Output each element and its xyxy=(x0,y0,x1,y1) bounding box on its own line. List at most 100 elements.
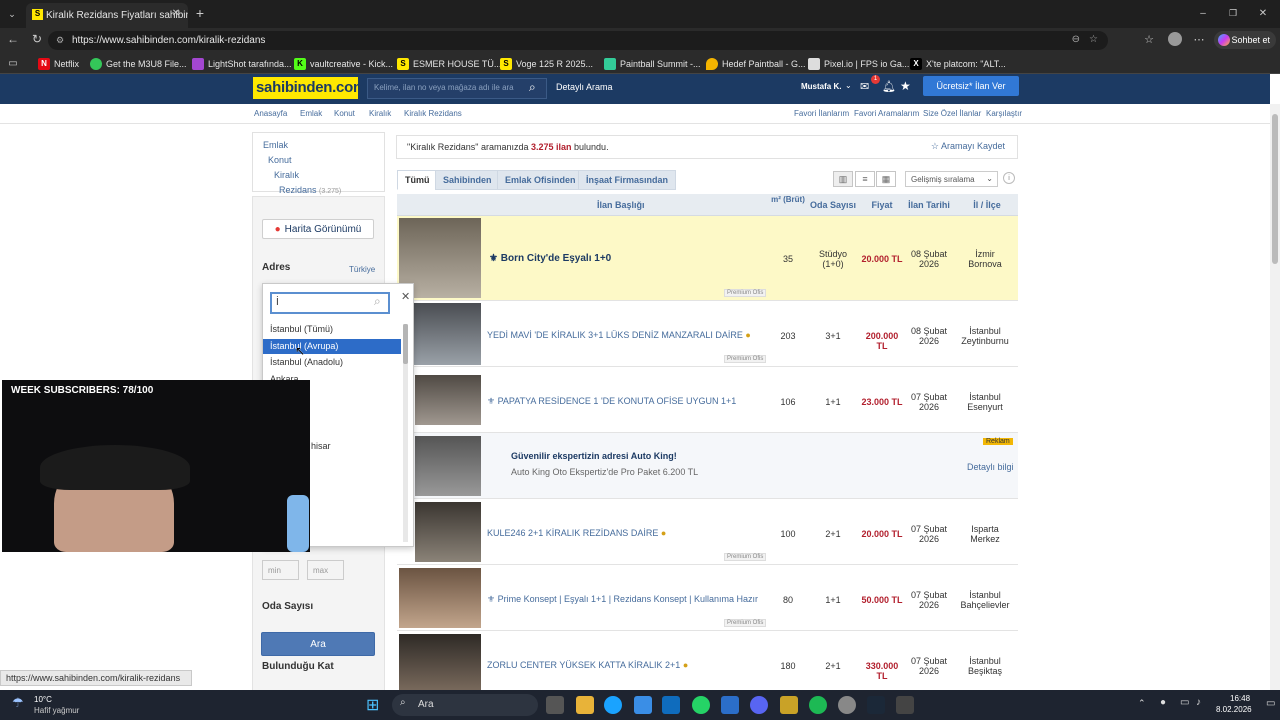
table-row[interactable]: ⚜ Prime Konsept | Eşyalı 1+1 | Rezidans … xyxy=(397,565,1018,631)
listing-thumbnail[interactable] xyxy=(415,502,481,562)
ad-title[interactable]: Güvenilir ekspertizin adresi Auto King! xyxy=(511,451,677,461)
bookmark-star-icon[interactable]: ☆ xyxy=(1089,34,1098,45)
breadcrumb-konut[interactable]: Konut xyxy=(334,109,355,118)
listing-title[interactable]: ⚜ PAPATYA RESİDENCE 1 'DE KONUTA OFİSE U… xyxy=(487,396,736,407)
tab-actions-icon[interactable]: ▭ xyxy=(6,56,20,70)
table-row[interactable]: KULE246 2+1 KİRALIK REZİDANS DAİRE ● 100… xyxy=(397,499,1018,565)
maximize-icon[interactable]: ❐ xyxy=(1226,6,1240,20)
category-emlak[interactable]: Emlak xyxy=(263,140,288,150)
grid-view-icon[interactable]: ▥ xyxy=(833,171,853,187)
ad-row[interactable]: Güvenilir ekspertizin adresi Auto King! … xyxy=(397,433,1018,499)
bookmark-x[interactable]: X X'te platcom: "ALT... xyxy=(910,56,1006,71)
category-rezidans[interactable]: Rezidans (3.275) xyxy=(279,185,341,195)
bookmark-m3u8[interactable]: Get the M3U8 File... xyxy=(90,56,187,71)
info-icon[interactable]: i xyxy=(1003,172,1015,184)
col-rooms[interactable]: Oda Sayısı xyxy=(809,200,857,210)
star-icon[interactable]: ★ xyxy=(900,79,911,93)
listing-title[interactable]: ZORLU CENTER YÜKSEK KATTA KİRALIK 2+1 ● xyxy=(487,660,688,670)
list-view-icon[interactable]: ≡ xyxy=(855,171,875,187)
city-search-input[interactable]: İ xyxy=(270,292,390,314)
browser-tab[interactable]: S Kiralık Rezidans Fiyatları sahibinden xyxy=(26,3,188,28)
map-view-button[interactable]: ● Harita Görünümü xyxy=(262,219,374,239)
rooms-label[interactable]: Oda Sayısı xyxy=(262,601,313,612)
close-window-icon[interactable]: ✕ xyxy=(1256,6,1270,20)
chevron-up-icon[interactable]: ⌃ xyxy=(1138,698,1146,709)
discord-icon[interactable] xyxy=(750,696,768,714)
col-m2[interactable]: m² (Brüt) xyxy=(769,195,807,204)
calculator-icon[interactable] xyxy=(896,696,914,714)
new-tab-icon[interactable]: + xyxy=(192,5,208,21)
obs-icon[interactable] xyxy=(838,696,856,714)
gallery-view-icon[interactable]: ▦ xyxy=(876,171,896,187)
bookmark-lightshot[interactable]: LightShot tarafında... xyxy=(192,56,292,71)
close-tab-icon[interactable]: ✕ xyxy=(170,7,182,19)
task-view-icon[interactable] xyxy=(546,696,564,714)
volume-icon[interactable]: ♪ xyxy=(1196,697,1201,708)
col-title[interactable]: İlan Başlığı xyxy=(597,200,645,210)
breadcrumb-anasayfa[interactable]: Anasayfa xyxy=(254,109,287,118)
save-search-button[interactable]: ☆ Aramayı Kaydet xyxy=(931,141,1005,152)
bookmark-hedef[interactable]: Hedef Paintball - G... xyxy=(706,56,806,71)
mail-icon[interactable]: ✉ xyxy=(860,80,869,93)
windows-start-icon[interactable]: ⊞ xyxy=(366,695,379,715)
steam-icon[interactable] xyxy=(867,696,885,714)
price-max-input[interactable]: max xyxy=(307,560,344,580)
col-date[interactable]: İlan Tarihi xyxy=(905,200,953,210)
clock-time[interactable]: 16:48 xyxy=(1230,694,1250,703)
whatsapp-icon[interactable] xyxy=(692,696,710,714)
breadcrumb-kiralik-rezidans[interactable]: Kiralık Rezidans xyxy=(404,109,462,118)
taskbar-search[interactable]: ⌕ Ara xyxy=(392,694,538,716)
tab-construction[interactable]: İnşaat Firmasından xyxy=(578,170,677,190)
special-listings-link[interactable]: Size Özel İlanlar xyxy=(923,109,981,118)
table-row[interactable]: ⚜ PAPATYA RESİDENCE 1 'DE KONUTA OFİSE U… xyxy=(397,367,1018,433)
network-icon[interactable]: ▭ xyxy=(1180,697,1189,708)
breadcrumb-emlak[interactable]: Emlak xyxy=(300,109,322,118)
tab-agency[interactable]: Emlak Ofisinden xyxy=(497,170,584,190)
col-location[interactable]: İl / İlçe xyxy=(962,200,1012,210)
table-row[interactable]: ⚜ Born City'de Eşyalı 1+0 35 Stüdyo (1+0… xyxy=(397,216,1018,301)
riot-icon[interactable] xyxy=(780,696,798,714)
bookmark-netflix[interactable]: N Netflix xyxy=(38,56,79,71)
ad-detail-link[interactable]: Detaylı bilgi xyxy=(967,462,1014,472)
page-scroll-thumb[interactable] xyxy=(1272,114,1278,264)
page-scrollbar[interactable] xyxy=(1270,104,1280,690)
breadcrumb-kiralik[interactable]: Kiralık xyxy=(369,109,391,118)
bookmark-kick[interactable]: Kvaultcreative - Kick... xyxy=(294,56,393,71)
profile-avatar[interactable] xyxy=(1168,32,1182,46)
favorite-searches-link[interactable]: Favori Aramalarım xyxy=(854,109,919,118)
price-min-input[interactable]: min xyxy=(262,560,299,580)
close-icon[interactable]: ✕ xyxy=(401,290,410,303)
weather-icon[interactable]: ☂ xyxy=(12,695,24,711)
city-option-selected[interactable]: İstanbul (Avrupa) xyxy=(263,339,401,354)
reader-icon[interactable]: ⊖ xyxy=(1072,34,1080,45)
notifications-icon[interactable]: ▭ xyxy=(1266,698,1275,709)
site-logo[interactable]: sahibinden.com xyxy=(253,77,366,99)
site-info-icon[interactable]: ⚙ xyxy=(56,35,64,46)
file-explorer-icon[interactable] xyxy=(576,696,594,714)
col-price[interactable]: Fiyat xyxy=(867,200,897,210)
bell-icon[interactable]: 🔔︎ xyxy=(882,80,896,93)
category-konut[interactable]: Konut xyxy=(268,155,292,165)
favorite-listings-link[interactable]: Favori İlanlarım xyxy=(794,109,849,118)
category-kiralik[interactable]: Kiralık xyxy=(274,170,299,180)
dropdown-scroll-thumb[interactable] xyxy=(403,324,408,364)
compare-link[interactable]: Karşılaştır xyxy=(986,109,1022,118)
bookmark-voge[interactable]: S Voge 125 R 2025... xyxy=(500,56,593,71)
listing-thumbnail[interactable] xyxy=(415,375,481,425)
outlook-icon[interactable] xyxy=(662,696,680,714)
city-option[interactable]: İstanbul (Anadolu) xyxy=(263,355,401,370)
listing-thumbnail[interactable] xyxy=(399,634,481,690)
listing-title[interactable]: KULE246 2+1 KİRALIK REZİDANS DAİRE ● xyxy=(487,528,666,538)
detailed-search-link[interactable]: Detaylı Arama xyxy=(556,82,613,92)
tab-list-icon[interactable]: ⌄ xyxy=(4,6,20,22)
microphone-icon[interactable]: ● xyxy=(1160,697,1166,708)
address-country[interactable]: Türkiye xyxy=(349,265,375,274)
back-icon[interactable]: ← xyxy=(6,32,20,46)
reload-icon[interactable]: ↻ xyxy=(30,32,44,46)
bookmark-pixel[interactable]: Pixel.io | FPS io Ga... xyxy=(808,56,909,71)
listing-title[interactable]: ⚜ Born City'de Eşyalı 1+0 xyxy=(489,253,611,264)
listing-title[interactable]: YEDİ MAVİ 'DE KİRALIK 3+1 LÜKS DENİZ MAN… xyxy=(487,330,751,340)
clock-date[interactable]: 8.02.2026 xyxy=(1216,705,1252,714)
site-search-input[interactable]: Kelime, ilan no veya mağaza adı ile ara xyxy=(367,78,547,99)
ad-thumbnail[interactable] xyxy=(415,436,481,496)
